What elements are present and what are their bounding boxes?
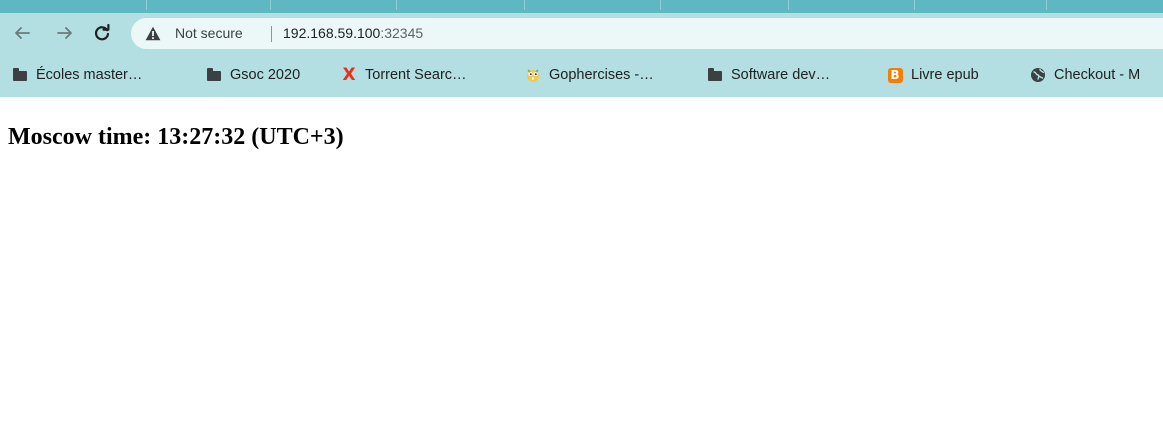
url-host: 192.168.59.100	[283, 25, 381, 41]
bookmark-folder-ecoles-master[interactable]: Écoles master…	[12, 65, 142, 85]
bookmark-gophercises[interactable]: Gophercises -…	[525, 65, 654, 85]
browser-chrome: Not secure 192.168.59.100:32345 Écoles m…	[0, 0, 1163, 97]
bookmark-folder-gsoc-2020[interactable]: Gsoc 2020	[206, 65, 300, 85]
bookmark-folder-software-dev[interactable]: Software dev…	[707, 65, 830, 85]
folder-icon	[206, 67, 222, 83]
security-status-label[interactable]: Not secure	[175, 25, 243, 41]
url-port: :32345	[380, 25, 424, 41]
address-bar[interactable]: Not secure 192.168.59.100:32345	[131, 18, 1163, 49]
arrow-right-icon	[57, 27, 72, 39]
tab-separator	[146, 0, 147, 10]
bookmark-label: Livre epub	[911, 67, 979, 83]
bookmark-label: Software dev…	[731, 67, 831, 83]
tab-separator	[788, 0, 789, 10]
tab-separator	[524, 0, 525, 10]
bookmark-label: Gsoc 2020	[230, 67, 301, 83]
bookmark-checkout[interactable]: Checkout - M	[1030, 65, 1140, 85]
blogger-icon: B	[887, 67, 903, 83]
bookmark-label: Torrent Searc…	[365, 67, 467, 83]
browser-toolbar: Not secure 192.168.59.100:32345	[0, 13, 1163, 53]
arrow-left-icon	[15, 27, 30, 39]
folder-icon	[707, 67, 723, 83]
tab-strip	[0, 0, 1163, 13]
bookmark-label: Gophercises -…	[549, 67, 654, 83]
forward-button[interactable]	[52, 20, 78, 46]
moscow-time-heading: Moscow time: 13:27:32 (UTC+3)	[8, 124, 344, 150]
back-button[interactable]	[9, 20, 35, 46]
tab-separator	[396, 0, 397, 10]
tab-separator	[1046, 0, 1047, 10]
globe-icon	[1030, 67, 1046, 83]
x-logo-icon: X	[342, 65, 356, 85]
reload-button[interactable]	[89, 20, 115, 46]
tab-separator	[914, 0, 915, 10]
bookmarks-bar: Écoles master… Gsoc 2020 X Torrent Searc…	[0, 53, 1163, 97]
omnibox-divider	[271, 26, 272, 42]
folder-icon	[12, 67, 28, 83]
reload-icon	[94, 24, 110, 41]
url-text[interactable]: 192.168.59.100:32345	[283, 25, 423, 41]
bookmark-torrent-search[interactable]: X Torrent Searc…	[341, 65, 467, 85]
tab-separator	[660, 0, 661, 10]
bookmark-livre-epub[interactable]: B Livre epub	[887, 65, 979, 85]
bookmark-label: Écoles master…	[36, 67, 143, 83]
gopher-icon	[525, 67, 541, 83]
tab-separator	[270, 0, 271, 10]
bookmark-label: Checkout - M	[1054, 67, 1141, 83]
warning-triangle-icon[interactable]	[145, 26, 161, 41]
